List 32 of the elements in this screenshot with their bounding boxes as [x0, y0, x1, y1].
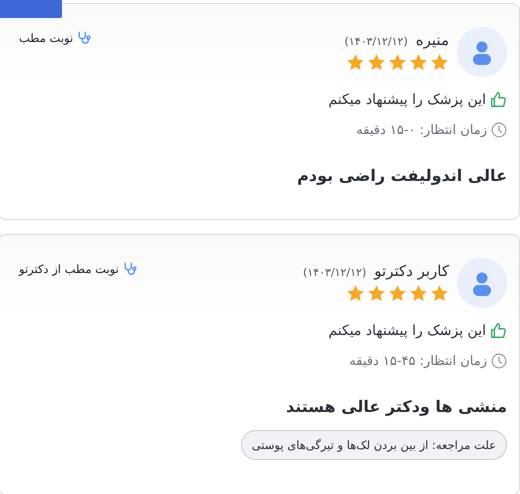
review-comment: عالی اندولیفت راضی بودم: [296, 166, 507, 185]
star-icon: [388, 53, 407, 72]
star-icon: [430, 284, 449, 303]
recommendation-text: این پزشک را پیشنهاد میکنم: [328, 92, 486, 108]
visit-reason-tag: علت مراجعه: از بین بردن لک‌ها و تیرگی‌های پوستی: [240, 430, 507, 460]
review-comment: منشی ها ودکتر عالی هستند: [284, 397, 507, 416]
thumbs-up-icon: [490, 322, 507, 339]
reviewer-name: منیره: [416, 31, 449, 49]
star-icon: [346, 284, 365, 303]
reviewer-name: کاربر دکترتو: [374, 262, 449, 280]
header-button[interactable]: [0, 0, 62, 18]
star-icon: [430, 53, 449, 72]
star-icon: [367, 284, 386, 303]
avatar-icon: [457, 258, 507, 308]
stethoscope-icon: [77, 31, 92, 45]
review-date: (۱۴۰۳/۱۲/۱۲): [344, 35, 408, 48]
clock-icon: [491, 353, 507, 369]
thumbs-up-icon: [490, 91, 507, 108]
appointment-type: نوبت مطب: [19, 31, 74, 45]
stethoscope-icon: [122, 262, 137, 276]
review-date: (۱۴۰۳/۱۲/۱۲): [302, 266, 366, 279]
avatar-icon: [457, 27, 507, 77]
wait-time: زمان انتظار: ۴۵-۱۵ دقیقه: [349, 354, 487, 368]
appointment-type: نوبت مطب از دکترتو: [19, 262, 119, 276]
star-icon: [409, 284, 428, 303]
star-icon: [346, 53, 365, 72]
star-icon: [388, 284, 407, 303]
wait-time: زمان انتظار: ۰-۱۵ دقیقه: [356, 122, 487, 138]
star-icon: [409, 53, 428, 72]
star-icon: [367, 53, 386, 72]
recommendation-text: این پزشک را پیشنهاد میکنم: [328, 322, 486, 338]
clock-icon: [491, 122, 507, 138]
